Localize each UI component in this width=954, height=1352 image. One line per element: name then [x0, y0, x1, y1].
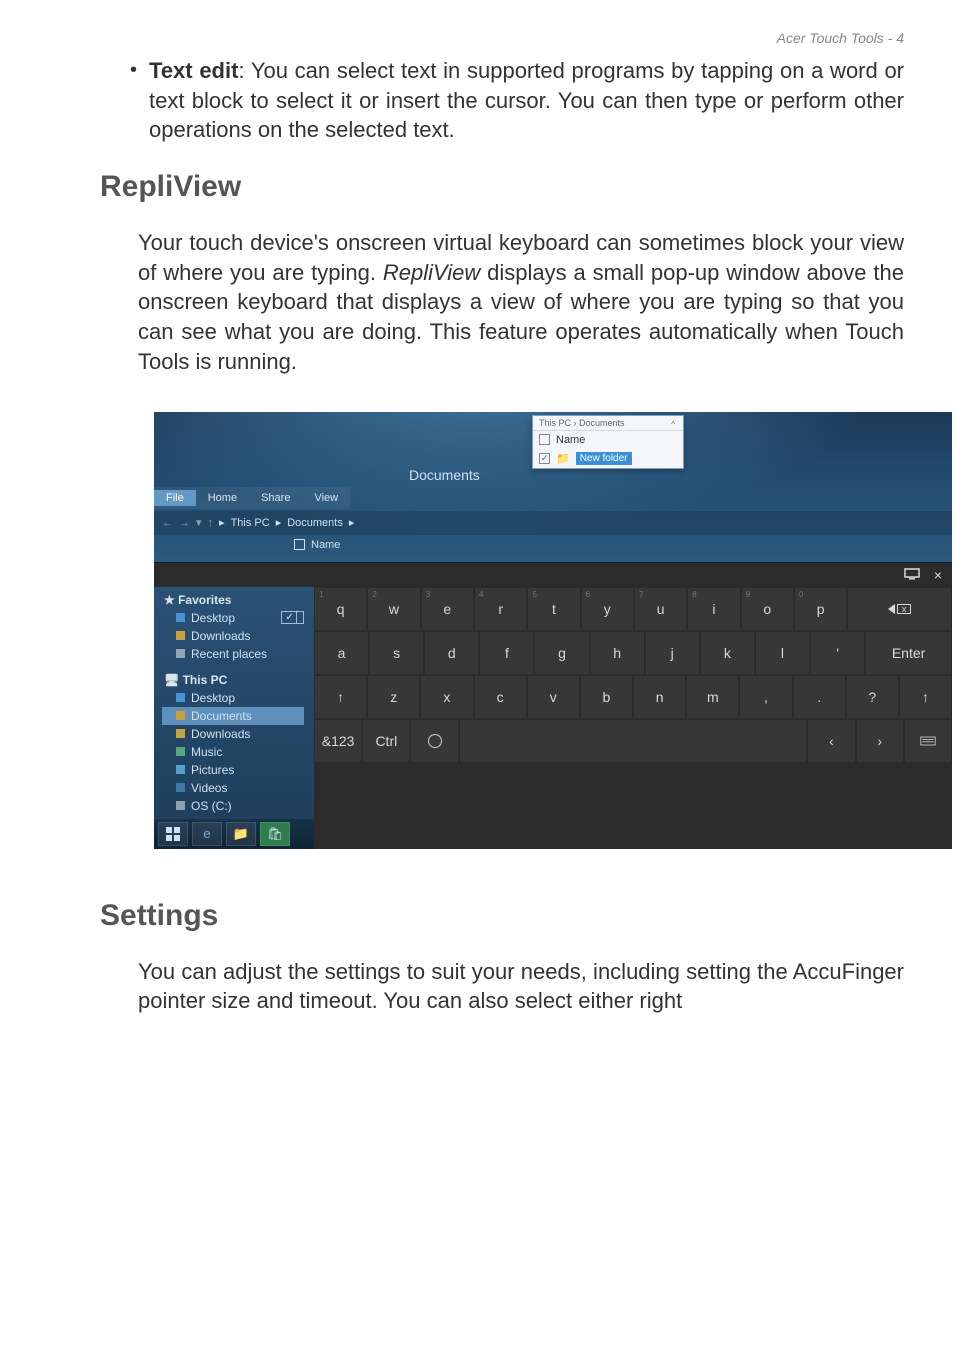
key-d[interactable]: d: [424, 631, 479, 675]
key-left[interactable]: ‹: [807, 719, 855, 763]
bullet-item: • Text edit: You can select text in supp…: [100, 56, 904, 145]
key-space[interactable]: [459, 719, 808, 763]
sidebar-thispc-label[interactable]: 🖥 This PC: [164, 673, 304, 687]
popup-name-header: Name: [556, 434, 585, 446]
key-o[interactable]: 9o: [741, 587, 794, 631]
popup-breadcrumb: This PC › Documents: [533, 416, 683, 431]
key-q[interactable]: 1q: [314, 587, 367, 631]
tab-share[interactable]: Share: [249, 490, 302, 506]
key-enter[interactable]: Enter: [865, 631, 952, 675]
tab-view[interactable]: View: [302, 490, 350, 506]
key-z[interactable]: z: [367, 675, 420, 719]
key-w[interactable]: 2w: [367, 587, 420, 631]
bullet-text: Text edit: You can select text in suppor…: [149, 56, 904, 145]
repliview-body: Your touch device's onscreen virtual key…: [138, 228, 904, 376]
nav-forward-icon[interactable]: →: [179, 517, 190, 529]
key-n[interactable]: n: [633, 675, 686, 719]
sidebar-item-desktop2[interactable]: Desktop: [164, 689, 304, 707]
nav-up-icon[interactable]: ↑: [208, 517, 214, 529]
sidebar-item-osdrive[interactable]: OS (C:): [164, 797, 304, 815]
repliview-heading: RepliView: [100, 170, 904, 204]
key-apostrophe[interactable]: ': [810, 631, 865, 675]
key-b[interactable]: b: [580, 675, 633, 719]
popup-checkbox: [539, 434, 550, 445]
keyboard-layout-icon: [920, 735, 936, 747]
tab-file[interactable]: File: [154, 490, 196, 506]
smiley-icon: [428, 734, 442, 748]
key-backspace[interactable]: x: [847, 587, 952, 631]
osk-dock-icon[interactable]: [904, 567, 920, 583]
key-t[interactable]: 5t: [527, 587, 580, 631]
key-shift-left[interactable]: ↑: [314, 675, 367, 719]
key-layout[interactable]: [904, 719, 952, 763]
window-title: Documents: [409, 467, 480, 483]
key-y[interactable]: 6y: [581, 587, 634, 631]
key-emoji[interactable]: [410, 719, 458, 763]
key-numpad[interactable]: &123: [314, 719, 362, 763]
taskbar-ie-icon[interactable]: e: [192, 822, 222, 846]
page-header: Acer Touch Tools - 4: [0, 0, 954, 56]
key-shift-right[interactable]: ↑: [899, 675, 952, 719]
osk-close-icon[interactable]: ×: [934, 567, 942, 583]
breadcrumb-documents[interactable]: Documents: [287, 517, 343, 529]
taskbar: e 📁 🛍: [154, 819, 314, 849]
key-f[interactable]: f: [479, 631, 534, 675]
key-i[interactable]: 8i: [687, 587, 740, 631]
sidebar-item-music[interactable]: Music: [164, 743, 304, 761]
explorer-sidebar: ★ Favorites Desktop ✓│ Downloads Recent …: [154, 587, 314, 849]
breadcrumb[interactable]: ← → ▾ ↑ ▸ This PC ▸ Documents ▸: [154, 511, 952, 535]
key-v[interactable]: v: [527, 675, 580, 719]
repliview-popup: This PC › Documents ^ Name ✓ 📁 New folde…: [532, 415, 684, 469]
popup-checkbox-checked[interactable]: ✓: [539, 453, 550, 464]
settings-body: You can adjust the settings to suit your…: [138, 957, 904, 1016]
key-j[interactable]: j: [645, 631, 700, 675]
key-u[interactable]: 7u: [634, 587, 687, 631]
key-p[interactable]: 0p: [794, 587, 847, 631]
nav-back-icon[interactable]: ←: [162, 517, 173, 529]
settings-heading: Settings: [100, 899, 904, 933]
key-m[interactable]: m: [686, 675, 739, 719]
sidebar-item-downloads2[interactable]: Downloads: [164, 725, 304, 743]
key-period[interactable]: .: [793, 675, 846, 719]
key-a[interactable]: a: [314, 631, 369, 675]
key-c[interactable]: c: [474, 675, 527, 719]
sidebar-item-recent[interactable]: Recent places: [164, 645, 304, 663]
taskbar-store-icon[interactable]: 🛍: [260, 822, 290, 846]
sidebar-item-downloads[interactable]: Downloads: [164, 627, 304, 645]
ribbon-tabs: File Home Share View: [154, 487, 350, 509]
key-h[interactable]: h: [590, 631, 645, 675]
explorer-window: Documents File Home Share View ← → ▾ ↑ ▸…: [154, 412, 952, 563]
sidebar-favorites-label[interactable]: ★ Favorites: [164, 593, 304, 607]
sidebar-item-videos[interactable]: Videos: [164, 779, 304, 797]
popup-new-folder[interactable]: New folder: [576, 452, 632, 465]
osk-titlebar: ×: [154, 563, 952, 587]
key-r[interactable]: 4r: [474, 587, 527, 631]
key-comma[interactable]: ,: [739, 675, 792, 719]
sidebar-item-desktop[interactable]: Desktop ✓│: [164, 609, 304, 627]
onscreen-keyboard[interactable]: 1q 2w 3e 4r 5t 6y 7u 8i 9o 0p x a s: [314, 587, 952, 849]
key-question[interactable]: ?: [846, 675, 899, 719]
breadcrumb-thispc[interactable]: This PC: [231, 517, 270, 529]
start-button[interactable]: [158, 822, 188, 846]
key-e[interactable]: 3e: [421, 587, 474, 631]
key-ctrl[interactable]: Ctrl: [362, 719, 410, 763]
key-x[interactable]: x: [420, 675, 473, 719]
key-right[interactable]: ›: [856, 719, 904, 763]
key-s[interactable]: s: [369, 631, 424, 675]
key-k[interactable]: k: [700, 631, 755, 675]
sort-caret-icon: ^: [671, 420, 675, 429]
column-header-name[interactable]: Name: [294, 539, 340, 551]
repliview-screenshot: Documents File Home Share View ← → ▾ ↑ ▸…: [154, 412, 952, 849]
key-g[interactable]: g: [534, 631, 589, 675]
sidebar-item-pictures[interactable]: Pictures: [164, 761, 304, 779]
bullet-marker: •: [130, 59, 137, 82]
sidebar-item-documents[interactable]: Documents: [162, 707, 304, 725]
tab-home[interactable]: Home: [196, 490, 249, 506]
key-l[interactable]: l: [755, 631, 810, 675]
taskbar-explorer-icon[interactable]: 📁: [226, 822, 256, 846]
